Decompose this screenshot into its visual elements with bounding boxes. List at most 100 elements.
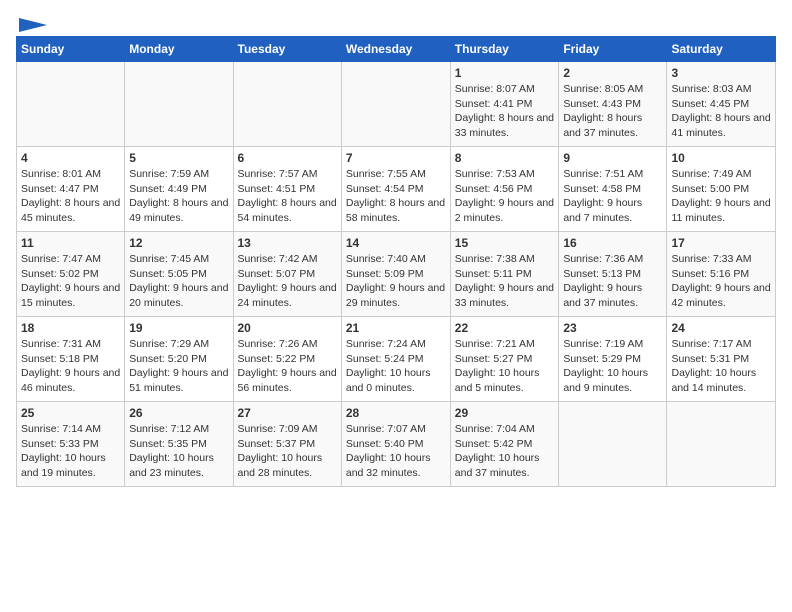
calendar-header: SundayMondayTuesdayWednesdayThursdayFrid… xyxy=(17,37,776,62)
calendar-cell: 23Sunrise: 7:19 AM Sunset: 5:29 PM Dayli… xyxy=(559,317,667,402)
cell-content: Sunrise: 7:42 AM Sunset: 5:07 PM Dayligh… xyxy=(238,252,337,311)
day-number: 6 xyxy=(238,151,337,165)
header-row: SundayMondayTuesdayWednesdayThursdayFrid… xyxy=(17,37,776,62)
calendar-cell xyxy=(125,62,233,147)
calendar-cell: 16 Sunrise: 7:36 AM Sunset: 5:13 PM Dayli… xyxy=(559,232,667,317)
cell-content: Sunrise: 7:07 AM Sunset: 5:40 PM Dayligh… xyxy=(346,422,446,481)
calendar-cell: 19Sunrise: 7:29 AM Sunset: 5:20 PM Dayli… xyxy=(125,317,233,402)
cell-content: Sunrise: 7:31 AM Sunset: 5:18 PM Dayligh… xyxy=(21,337,120,396)
cell-content: Sunrise: 7:33 AM Sunset: 5:16 PM Dayligh… xyxy=(671,252,771,311)
day-number: 17 xyxy=(671,236,771,250)
day-number: 12 xyxy=(129,236,228,250)
calendar-cell: 6 Sunrise: 7:57 AM Sunset: 4:51 PM Daylig… xyxy=(233,147,341,232)
day-number: 21 xyxy=(346,321,446,335)
cell-content: Sunrise: 7:57 AM Sunset: 4:51 PM Dayligh… xyxy=(238,167,337,226)
day-number: 10 xyxy=(671,151,771,165)
calendar-cell: 11 Sunrise: 7:47 AM Sunset: 5:02 PM Dayli… xyxy=(17,232,125,317)
calendar-cell xyxy=(233,62,341,147)
calendar-cell: 8 Sunrise: 7:53 AM Sunset: 4:56 PM Daylig… xyxy=(450,147,559,232)
header-cell-friday: Friday xyxy=(559,37,667,62)
cell-content: Sunrise: 7:36 AM Sunset: 5:13 PM Dayligh… xyxy=(563,252,662,311)
cell-content: Sunrise: 7:29 AM Sunset: 5:20 PM Dayligh… xyxy=(129,337,228,396)
day-number: 16 xyxy=(563,236,662,250)
cell-content: Sunrise: 8:03 AM Sunset: 4:45 PM Dayligh… xyxy=(671,82,771,141)
calendar-cell: 25 Sunrise: 7:14 AM Sunset: 5:33 PM Dayli… xyxy=(17,402,125,487)
day-number: 22 xyxy=(455,321,555,335)
day-number: 9 xyxy=(563,151,662,165)
calendar-cell: 17 Sunrise: 7:33 AM Sunset: 5:16 PM Dayli… xyxy=(667,232,776,317)
cell-content: Sunrise: 7:49 AM Sunset: 5:00 PM Dayligh… xyxy=(671,167,771,226)
day-number: 27 xyxy=(238,406,337,420)
day-number: 7 xyxy=(346,151,446,165)
day-number: 23 xyxy=(563,321,662,335)
cell-content: Sunrise: 7:38 AM Sunset: 5:11 PM Dayligh… xyxy=(455,252,555,311)
calendar-cell: 15 Sunrise: 7:38 AM Sunset: 5:11 PM Dayli… xyxy=(450,232,559,317)
calendar-cell: 27 Sunrise: 7:09 AM Sunset: 5:37 PM Dayli… xyxy=(233,402,341,487)
header xyxy=(16,16,776,28)
day-number: 15 xyxy=(455,236,555,250)
calendar-cell xyxy=(341,62,450,147)
header-cell-sunday: Sunday xyxy=(17,37,125,62)
calendar-cell: 13 Sunrise: 7:42 AM Sunset: 5:07 PM Dayli… xyxy=(233,232,341,317)
calendar-cell: 10 Sunrise: 7:49 AM Sunset: 5:00 PM Dayli… xyxy=(667,147,776,232)
calendar-cell: 14 Sunrise: 7:40 AM Sunset: 5:09 PM Dayli… xyxy=(341,232,450,317)
cell-content: Sunrise: 7:04 AM Sunset: 5:42 PM Dayligh… xyxy=(455,422,555,481)
day-number: 8 xyxy=(455,151,555,165)
header-cell-tuesday: Tuesday xyxy=(233,37,341,62)
cell-content: Sunrise: 7:09 AM Sunset: 5:37 PM Dayligh… xyxy=(238,422,337,481)
calendar-cell: 2Sunrise: 8:05 AM Sunset: 4:43 PM Daylig… xyxy=(559,62,667,147)
cell-content: Sunrise: 7:59 AM Sunset: 4:49 PM Dayligh… xyxy=(129,167,228,226)
day-number: 13 xyxy=(238,236,337,250)
day-number: 28 xyxy=(346,406,446,420)
calendar-cell: 5 Sunrise: 7:59 AM Sunset: 4:49 PM Daylig… xyxy=(125,147,233,232)
day-number: 11 xyxy=(21,236,120,250)
cell-content: Sunrise: 7:21 AM Sunset: 5:27 PM Dayligh… xyxy=(455,337,555,396)
day-number: 18 xyxy=(21,321,120,335)
week-row-5: 25 Sunrise: 7:14 AM Sunset: 5:33 PM Dayli… xyxy=(17,402,776,487)
header-cell-thursday: Thursday xyxy=(450,37,559,62)
calendar-cell: 28 Sunrise: 7:07 AM Sunset: 5:40 PM Dayli… xyxy=(341,402,450,487)
cell-content: Sunrise: 7:17 AM Sunset: 5:31 PM Dayligh… xyxy=(671,337,771,396)
calendar-cell: 24 Sunrise: 7:17 AM Sunset: 5:31 PM Dayli… xyxy=(667,317,776,402)
calendar-cell: 4Sunrise: 8:01 AM Sunset: 4:47 PM Daylig… xyxy=(17,147,125,232)
day-number: 14 xyxy=(346,236,446,250)
cell-content: Sunrise: 7:51 AM Sunset: 4:58 PM Dayligh… xyxy=(563,167,662,226)
day-number: 29 xyxy=(455,406,555,420)
calendar-table: SundayMondayTuesdayWednesdayThursdayFrid… xyxy=(16,36,776,487)
cell-content: Sunrise: 7:53 AM Sunset: 4:56 PM Dayligh… xyxy=(455,167,555,226)
calendar-cell: 21 Sunrise: 7:24 AM Sunset: 5:24 PM Dayli… xyxy=(341,317,450,402)
logo xyxy=(16,16,48,28)
week-row-4: 18 Sunrise: 7:31 AM Sunset: 5:18 PM Dayli… xyxy=(17,317,776,402)
week-row-1: 1Sunrise: 8:07 AM Sunset: 4:41 PM Daylig… xyxy=(17,62,776,147)
calendar-cell: 9 Sunrise: 7:51 AM Sunset: 4:58 PM Daylig… xyxy=(559,147,667,232)
calendar-body: 1Sunrise: 8:07 AM Sunset: 4:41 PM Daylig… xyxy=(17,62,776,487)
day-number: 5 xyxy=(129,151,228,165)
cell-content: Sunrise: 7:55 AM Sunset: 4:54 PM Dayligh… xyxy=(346,167,446,226)
week-row-2: 4Sunrise: 8:01 AM Sunset: 4:47 PM Daylig… xyxy=(17,147,776,232)
calendar-cell: 3 Sunrise: 8:03 AM Sunset: 4:45 PM Daylig… xyxy=(667,62,776,147)
cell-content: Sunrise: 8:05 AM Sunset: 4:43 PM Dayligh… xyxy=(563,82,662,141)
day-number: 24 xyxy=(671,321,771,335)
day-number: 20 xyxy=(238,321,337,335)
day-number: 4 xyxy=(21,151,120,165)
header-cell-saturday: Saturday xyxy=(667,37,776,62)
calendar-cell: 12 Sunrise: 7:45 AM Sunset: 5:05 PM Dayli… xyxy=(125,232,233,317)
day-number: 25 xyxy=(21,406,120,420)
calendar-cell xyxy=(559,402,667,487)
cell-content: Sunrise: 7:24 AM Sunset: 5:24 PM Dayligh… xyxy=(346,337,446,396)
day-number: 26 xyxy=(129,406,228,420)
cell-content: Sunrise: 7:47 AM Sunset: 5:02 PM Dayligh… xyxy=(21,252,120,311)
cell-content: Sunrise: 7:14 AM Sunset: 5:33 PM Dayligh… xyxy=(21,422,120,481)
calendar-cell: 7 Sunrise: 7:55 AM Sunset: 4:54 PM Daylig… xyxy=(341,147,450,232)
cell-content: Sunrise: 7:45 AM Sunset: 5:05 PM Dayligh… xyxy=(129,252,228,311)
calendar-cell xyxy=(667,402,776,487)
calendar-cell: 29 Sunrise: 7:04 AM Sunset: 5:42 PM Dayli… xyxy=(450,402,559,487)
calendar-cell: 18 Sunrise: 7:31 AM Sunset: 5:18 PM Dayli… xyxy=(17,317,125,402)
day-number: 1 xyxy=(455,66,555,80)
logo-icon xyxy=(18,18,48,32)
calendar-cell: 22 Sunrise: 7:21 AM Sunset: 5:27 PM Dayli… xyxy=(450,317,559,402)
header-cell-wednesday: Wednesday xyxy=(341,37,450,62)
day-number: 3 xyxy=(671,66,771,80)
cell-content: Sunrise: 7:40 AM Sunset: 5:09 PM Dayligh… xyxy=(346,252,446,311)
week-row-3: 11 Sunrise: 7:47 AM Sunset: 5:02 PM Dayli… xyxy=(17,232,776,317)
